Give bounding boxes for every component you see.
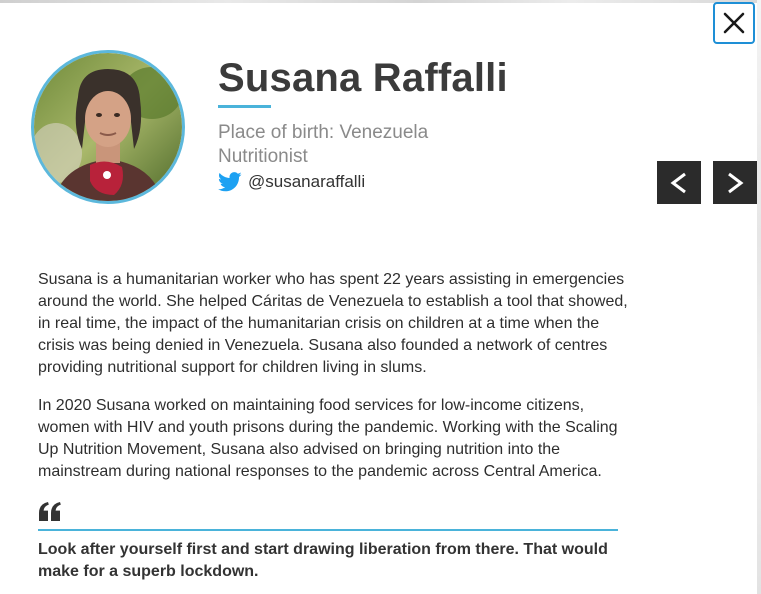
close-button[interactable] xyxy=(713,2,755,44)
chevron-left-icon xyxy=(670,172,686,193)
chevron-right-icon xyxy=(728,172,744,193)
twitter-icon xyxy=(218,172,242,192)
close-icon xyxy=(723,12,745,34)
place-of-birth: Place of birth: Venezuela xyxy=(218,122,429,143)
next-button[interactable] xyxy=(713,161,757,204)
bio-paragraph: Susana is a humanitarian worker who has … xyxy=(38,271,628,376)
quote-icon xyxy=(39,502,61,521)
quote-text: Look after yourself first and start draw… xyxy=(38,541,608,580)
twitter-handle: @susanaraffalli xyxy=(248,172,366,191)
occupation: Nutritionist xyxy=(218,146,308,167)
twitter-link[interactable]: @susanaraffalli xyxy=(218,169,365,195)
avatar xyxy=(31,50,185,204)
name-underline xyxy=(218,105,271,108)
background-strip xyxy=(0,0,761,3)
profile-photo xyxy=(34,53,182,201)
previous-button[interactable] xyxy=(657,161,701,204)
quote-divider xyxy=(38,529,618,531)
profile-name: Susana Raffalli xyxy=(218,56,508,100)
bio-paragraph: In 2020 Susana worked on maintaining foo… xyxy=(38,397,618,480)
background-edge xyxy=(757,0,761,594)
